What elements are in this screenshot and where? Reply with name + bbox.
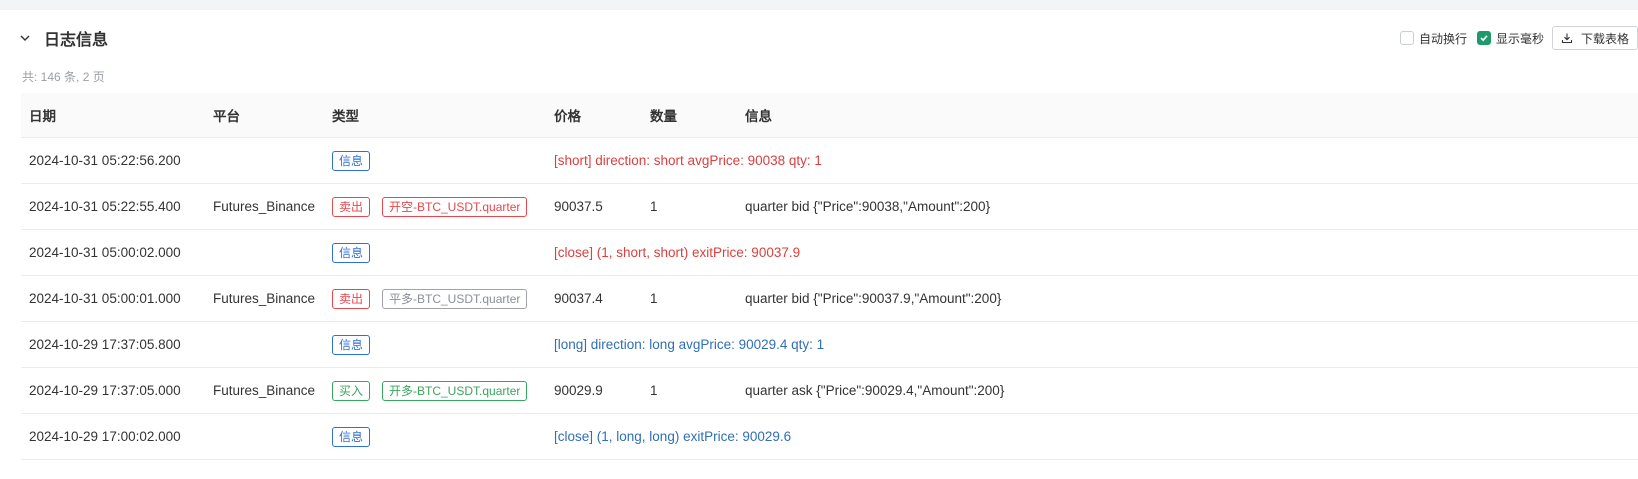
type-tag: 卖出 (332, 196, 371, 217)
column-header-quantity: 数量 (642, 93, 737, 138)
date-cell: 2024-10-29 17:37:05.800 (21, 321, 205, 368)
platform-cell: Futures_Binance (205, 275, 324, 322)
table-row: 2024-10-31 05:00:02.000 信息 [close] (1, sho… (21, 229, 1638, 276)
toolbar: 自动换行 显示毫秒 下载表格 (1399, 26, 1638, 50)
date-cell: 2024-10-31 05:00:02.000 (21, 229, 205, 276)
type-cell: 信息 (324, 229, 546, 276)
date-cell: 2024-10-29 17:37:05.000 (21, 367, 205, 414)
quantity-cell: 1 (642, 183, 737, 230)
order-tag: 开空-BTC_USDT.quarter (382, 196, 528, 217)
type-tag: 信息 (332, 150, 371, 171)
column-header-date: 日期 (21, 93, 205, 138)
panel-title: 日志信息 (44, 32, 109, 49)
checkmark-icon (1480, 35, 1488, 42)
column-header-platform: 平台 (205, 93, 324, 138)
price-cell: 90037.4 (546, 275, 642, 322)
record-count: 共: 146 条, 2 页 (22, 70, 105, 84)
type-tag: 信息 (332, 334, 371, 355)
show-ms-label: 显示毫秒 (1495, 31, 1544, 46)
column-header-price: 价格 (546, 93, 642, 138)
type-cell: 买入 开多-BTC_USDT.quarter (324, 367, 546, 414)
platform-cell (205, 413, 324, 460)
table-header-row: 日期 平台 类型 价格 数量 信息 (21, 93, 1638, 138)
auto-wrap-box[interactable] (1399, 31, 1414, 45)
type-cell: 卖出 平多-BTC_USDT.quarter (324, 275, 546, 322)
info-cell: quarter bid {"Price":90037.9,"Amount":20… (737, 275, 1638, 322)
type-tag: 卖出 (332, 288, 371, 309)
column-header-type: 类型 (324, 93, 546, 138)
platform-cell (205, 137, 324, 184)
table-body: 2024-10-31 05:22:56.200 信息 [short] directi… (21, 137, 1638, 460)
type-tag: 信息 (332, 426, 371, 447)
table-row: 2024-10-29 17:37:05.800 信息 [long] directio… (21, 321, 1638, 368)
info-cell: [close] (1, long, long) exitPrice: 90029… (546, 413, 1638, 460)
info-cell: quarter bid {"Price":90038,"Amount":200} (737, 183, 1638, 230)
download-icon (1561, 33, 1573, 44)
order-tag: 平多-BTC_USDT.quarter (382, 288, 528, 309)
type-cell: 信息 (324, 413, 546, 460)
table-row: 2024-10-29 17:00:02.000 信息 [close] (1, lon… (21, 413, 1638, 460)
table-row: 2024-10-29 17:37:05.000 Futures_Binance 买入… (21, 367, 1638, 414)
platform-cell: Futures_Binance (205, 183, 324, 230)
platform-cell (205, 321, 324, 368)
show-ms-box[interactable] (1476, 31, 1491, 45)
table-row: 2024-10-31 05:22:56.200 信息 [short] directi… (21, 137, 1638, 184)
auto-wrap-checkbox[interactable]: 自动换行 (1399, 30, 1467, 47)
type-tag: 信息 (332, 242, 371, 263)
type-cell: 卖出 开空-BTC_USDT.quarter (324, 183, 546, 230)
info-cell: quarter ask {"Price":90029.4,"Amount":20… (737, 367, 1638, 414)
column-header-info: 信息 (737, 93, 1638, 138)
quantity-cell: 1 (642, 275, 737, 322)
date-cell: 2024-10-31 05:22:55.400 (21, 183, 205, 230)
date-cell: 2024-10-31 05:22:56.200 (21, 137, 205, 184)
order-tag: 开多-BTC_USDT.quarter (382, 380, 528, 401)
quantity-cell: 1 (642, 367, 737, 414)
log-panel: 日志信息 自动换行 显示毫秒 下载表格 共: 146 条, 2 页 日期 平台 … (0, 10, 1638, 479)
top-strip (0, 0, 1638, 10)
panel-header[interactable]: 日志信息 (20, 26, 108, 50)
table-row: 2024-10-31 05:00:01.000 Futures_Binance 卖出… (21, 275, 1638, 322)
type-tag: 买入 (332, 380, 371, 401)
price-cell: 90037.5 (546, 183, 642, 230)
info-cell: [close] (1, short, short) exitPrice: 900… (546, 229, 1638, 276)
log-table: 日期 平台 类型 价格 数量 信息 2024-10-31 05:22:56.20… (21, 93, 1638, 460)
price-cell: 90029.9 (546, 367, 642, 414)
show-ms-checkbox[interactable]: 显示毫秒 (1476, 30, 1544, 47)
date-cell: 2024-10-31 05:00:01.000 (21, 275, 205, 322)
type-cell: 信息 (324, 321, 546, 368)
platform-cell: Futures_Binance (205, 367, 324, 414)
type-cell: 信息 (324, 137, 546, 184)
info-cell: [short] direction: short avgPrice: 90038… (546, 137, 1638, 184)
auto-wrap-label: 自动换行 (1418, 31, 1467, 46)
date-cell: 2024-10-29 17:00:02.000 (21, 413, 205, 460)
table-row: 2024-10-31 05:22:55.400 Futures_Binance 卖出… (21, 183, 1638, 230)
platform-cell (205, 229, 324, 276)
info-cell: [long] direction: long avgPrice: 90029.4… (546, 321, 1638, 368)
chevron-down-icon[interactable] (20, 33, 30, 43)
download-label: 下载表格 (1580, 31, 1629, 46)
download-table-button[interactable]: 下载表格 (1551, 26, 1638, 50)
